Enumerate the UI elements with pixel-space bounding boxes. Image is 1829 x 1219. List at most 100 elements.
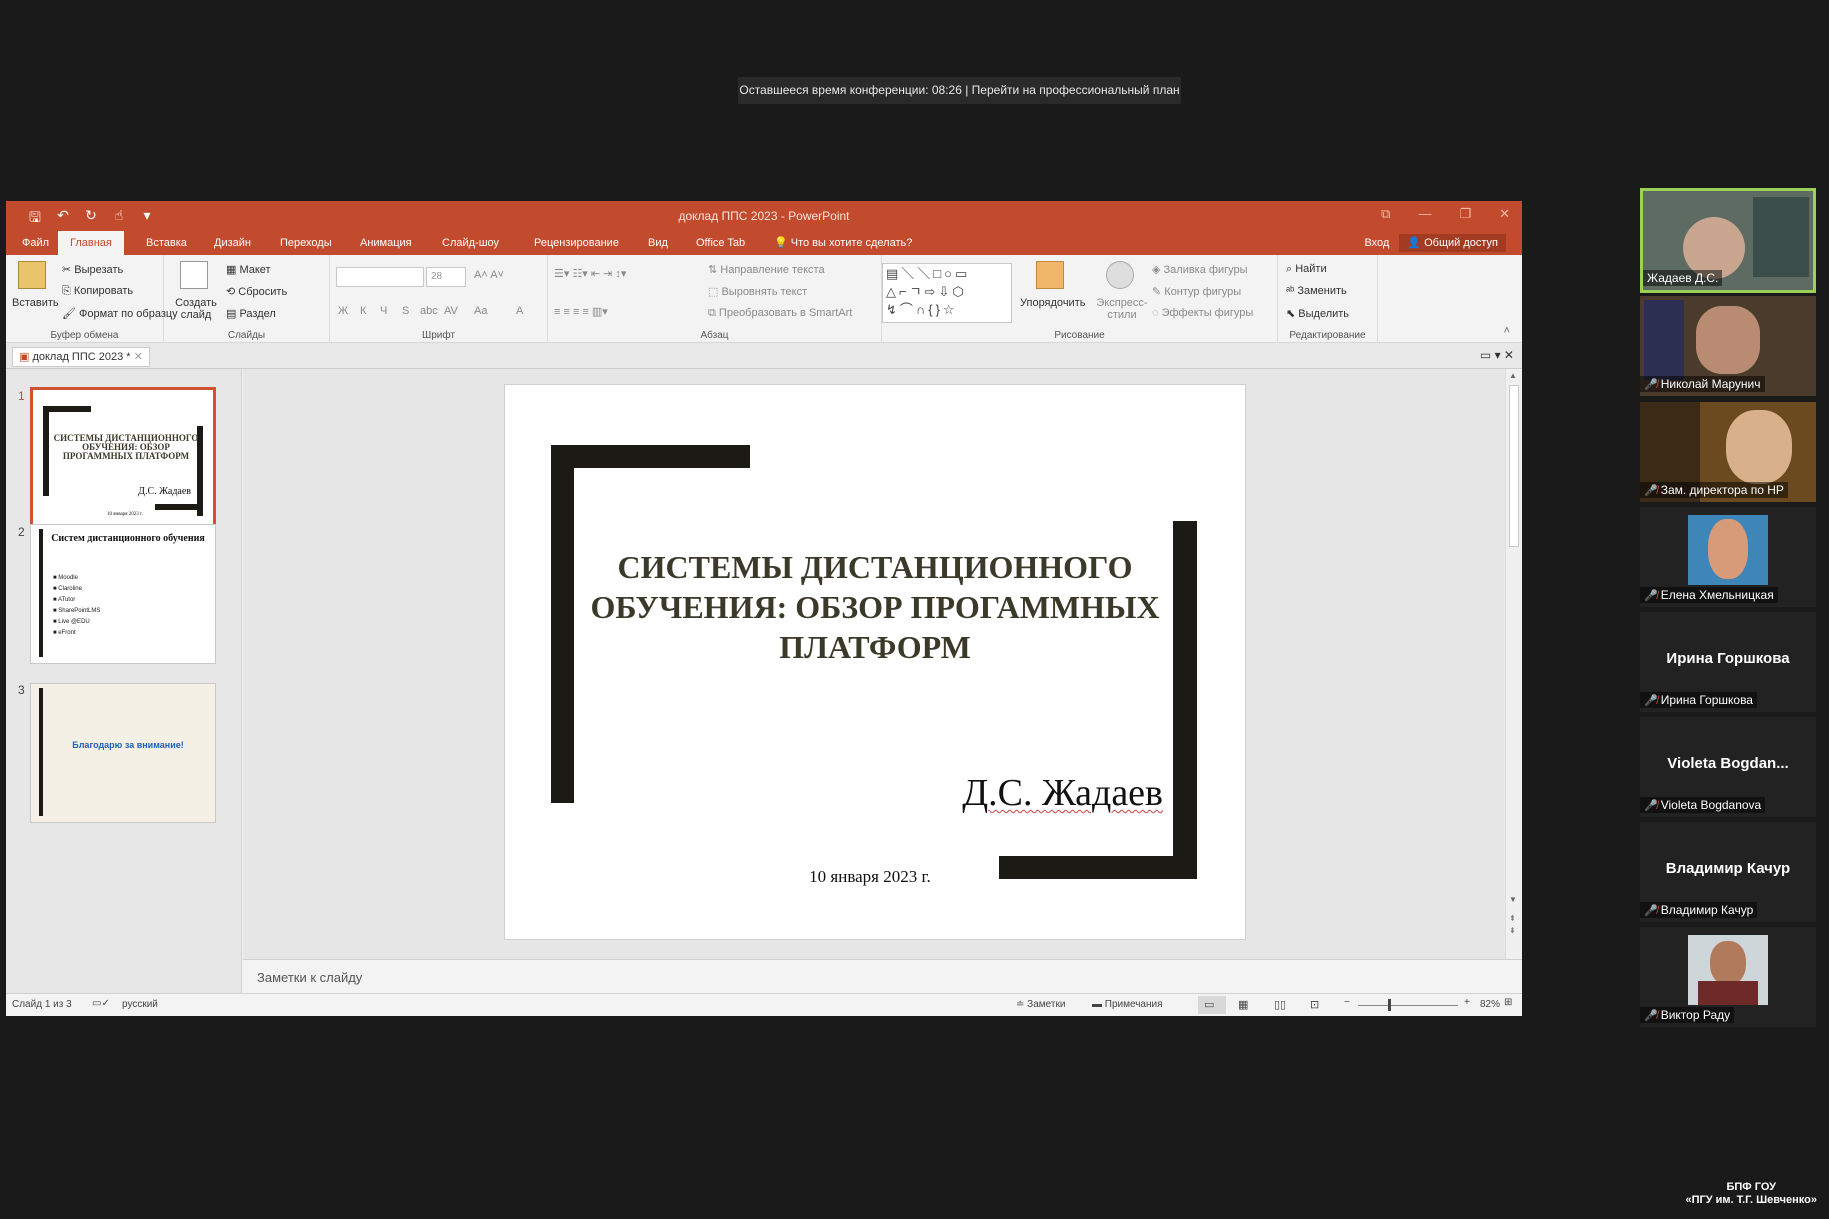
vertical-scrollbar[interactable]: ▲ ▼ ⇞ ⇟	[1505, 369, 1522, 959]
slide-thumbnail-3[interactable]: Благодарю за внимание!	[30, 683, 216, 823]
ribbon-display-icon[interactable]: ⧉	[1381, 206, 1390, 222]
bold-button[interactable]: Ж	[338, 305, 348, 317]
reset-button[interactable]: ⟲ Сбросить	[226, 285, 287, 298]
quick-styles-button[interactable]: Экспресс-стили	[1094, 297, 1150, 321]
participant-face	[1710, 941, 1746, 985]
scroll-thumb[interactable]	[1509, 385, 1519, 547]
signin-link[interactable]: Вход	[1364, 237, 1389, 249]
tab-design[interactable]: Дизайн	[202, 231, 263, 255]
prev-next-slide-icons[interactable]: ⇞ ⇟	[1509, 913, 1516, 937]
italic-button[interactable]: К	[360, 305, 366, 317]
layout-button[interactable]: ▦ Макет	[226, 263, 271, 276]
tab-office-tab[interactable]: Office Tab	[684, 231, 757, 255]
tab-file[interactable]: Файл	[10, 231, 61, 255]
section-button[interactable]: ▤ Раздел	[226, 307, 276, 320]
underline-button[interactable]: Ч	[380, 305, 387, 317]
zoom-out-icon[interactable]: −	[1344, 997, 1350, 1008]
minimize-icon[interactable]: —	[1418, 206, 1431, 222]
participant-tile[interactable]: 🎤̸ Зам. директора по НР	[1640, 402, 1816, 502]
notes-pane[interactable]: Заметки к слайду	[243, 959, 1522, 993]
format-painter-button[interactable]: 🖌 Формат по образцу	[62, 307, 178, 320]
paste-icon[interactable]	[18, 261, 46, 289]
close-tab-icon[interactable]: ✕	[134, 351, 143, 363]
close-icon[interactable]: ✕	[1499, 206, 1510, 222]
slide-thumbnail-1[interactable]: СИСТЕМЫ ДИСТАНЦИОННОГО ОБУЧЕНИЯ: ОБЗОР П…	[30, 387, 216, 527]
document-tab[interactable]: ▣ доклад ППС 2023 * ✕	[12, 347, 150, 367]
zoom-slider-thumb[interactable]	[1388, 999, 1391, 1011]
change-case-button[interactable]: Aa	[474, 305, 487, 317]
participant-tile[interactable]: Жадаев Д.С.	[1640, 188, 1816, 293]
select-button[interactable]: ⬉ Выделить	[1286, 307, 1349, 320]
replace-button[interactable]: ᵃᵇ Заменить	[1286, 285, 1347, 297]
char-spacing-button[interactable]: AV	[444, 305, 458, 317]
tell-me-box[interactable]: 💡 Что вы хотите сделать?	[762, 231, 924, 255]
find-button[interactable]: ⌕ Найти	[1286, 263, 1327, 276]
participant-tile[interactable]: 🎤̸ Николай Марунич	[1640, 296, 1816, 396]
cut-button[interactable]: ✂ Вырезать	[62, 263, 123, 276]
align-text-button[interactable]: ⬚ Выровнять текст	[708, 285, 807, 298]
tab-home[interactable]: Главная	[58, 231, 124, 255]
scroll-up-icon[interactable]: ▲	[1509, 371, 1517, 380]
tab-review[interactable]: Рецензирование	[522, 231, 631, 255]
fit-slide-icon[interactable]: ⊞	[1504, 997, 1512, 1008]
tab-controls[interactable]: ▭ ▾ ✕	[1480, 348, 1514, 362]
paste-button[interactable]: Вставить	[12, 297, 59, 309]
tab-animation[interactable]: Анимация	[348, 231, 424, 255]
new-slide-icon[interactable]	[180, 261, 208, 289]
zoom-slider[interactable]	[1358, 1005, 1458, 1006]
participant-tile[interactable]: Ирина Горшкова 🎤̸ Ирина Горшкова	[1640, 612, 1816, 712]
font-size-field[interactable]: 28	[426, 267, 466, 287]
share-button[interactable]: 👤 Общий доступ	[1399, 234, 1506, 252]
slide-thumbnail-2[interactable]: Систем дистанционного обучения ■ Moodle …	[30, 524, 216, 664]
participant-tile[interactable]: Violeta Bogdan... 🎤̸ Violeta Bogdanova	[1640, 717, 1816, 817]
slide-title[interactable]: СИСТЕМЫ ДИСТАНЦИОННОГО ОБУЧЕНИЯ: ОБЗОР П…	[585, 547, 1165, 667]
shape-fill-button[interactable]: ◈ Заливка фигуры	[1152, 263, 1248, 276]
participant-tile[interactable]: 🎤̸ Елена Хмельницкая	[1640, 507, 1816, 607]
font-color-button[interactable]: A	[516, 305, 523, 317]
scroll-down-icon[interactable]: ▼	[1509, 895, 1517, 904]
shape-effects-label: Эффекты фигуры	[1161, 307, 1254, 319]
restore-icon[interactable]: ❐	[1459, 206, 1471, 222]
shapes-gallery[interactable]: ▤＼＼□○▭ △⌐ㄱ⇨⇩⬡ ↯⌒∩{}☆	[882, 263, 1012, 323]
reading-view-icon[interactable]: ▯▯	[1274, 998, 1286, 1011]
shape-effects-button[interactable]: ◌ Эффекты фигуры	[1152, 307, 1253, 319]
tab-transitions[interactable]: Переходы	[268, 231, 344, 255]
notes-toggle[interactable]: ≐ Заметки	[1016, 999, 1065, 1010]
collapse-ribbon-icon[interactable]: ˄	[1504, 325, 1510, 337]
slideshow-icon[interactable]: ⊡	[1310, 998, 1319, 1011]
new-slide-button[interactable]: Создать слайд	[174, 297, 218, 321]
zoom-in-icon[interactable]: +	[1464, 997, 1470, 1008]
participant-tile[interactable]: 🎤̸ Виктор Раду	[1640, 927, 1816, 1027]
quick-styles-icon[interactable]	[1106, 261, 1134, 289]
arrange-button[interactable]: Упорядочить	[1020, 297, 1085, 309]
shape-outline-button[interactable]: ✎ Контур фигуры	[1152, 285, 1241, 298]
tab-slideshow[interactable]: Слайд-шоу	[430, 231, 511, 255]
copy-button[interactable]: ⎘ Копировать	[62, 285, 133, 298]
smartart-button[interactable]: ⧉ Преобразовать в SmartArt	[708, 307, 852, 320]
slide-author[interactable]: Д.С. Жадаев	[962, 771, 1163, 815]
slide-date[interactable]: 10 января 2023 г.	[505, 867, 1235, 887]
arrange-icon[interactable]	[1036, 261, 1064, 289]
language-indicator[interactable]: русский	[122, 999, 158, 1010]
spellcheck-icon[interactable]: ▭✓	[92, 998, 110, 1009]
zoom-level[interactable]: 82%	[1480, 999, 1500, 1010]
font-name-field[interactable]	[336, 267, 424, 287]
participant-face	[1708, 519, 1748, 579]
window-title: доклад ППС 2023 - PowerPoint	[678, 209, 850, 223]
align-icons[interactable]: ≡ ≡ ≡ ≡ ▥▾	[554, 305, 608, 318]
notes-icon: ≐	[1016, 999, 1028, 1010]
tab-view[interactable]: Вид	[636, 231, 680, 255]
strikethrough-button[interactable]: abc	[420, 305, 438, 317]
cut-label: Вырезать	[74, 264, 124, 276]
current-slide[interactable]: СИСТЕМЫ ДИСТАНЦИОННОГО ОБУЧЕНИЯ: ОБЗОР П…	[505, 385, 1245, 939]
conference-time-banner[interactable]: Оставшееся время конференции: 08:26 | Пе…	[738, 77, 1181, 104]
slide-sorter-icon[interactable]: ▦	[1238, 998, 1248, 1011]
tab-insert[interactable]: Вставка	[134, 231, 199, 255]
grow-font-icon[interactable]: A˄ A˅	[474, 269, 504, 281]
text-direction-button[interactable]: ⇅ Направление текста	[708, 263, 825, 276]
shadow-button[interactable]: S	[402, 305, 409, 317]
bullets-icon[interactable]: ☰▾ ☷▾ ⇤ ⇥ ↕▾	[554, 267, 626, 280]
mic-muted-icon: 🎤̸	[1644, 485, 1658, 497]
participant-tile[interactable]: Владимир Качур 🎤̸ Владимир Качур	[1640, 822, 1816, 922]
comments-toggle[interactable]: ▬ Примечания	[1092, 999, 1163, 1010]
